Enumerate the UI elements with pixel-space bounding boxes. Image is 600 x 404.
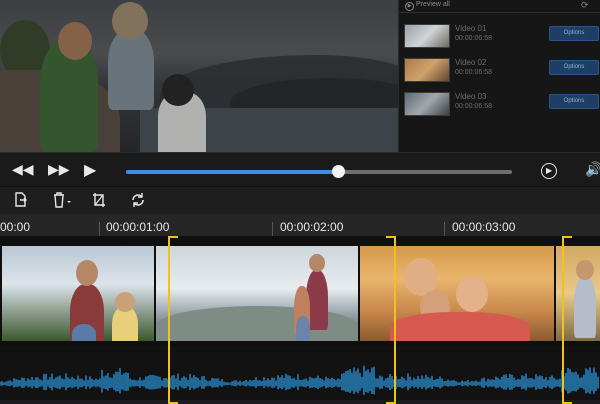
- ruler-tick: [444, 222, 445, 236]
- split-icon[interactable]: [92, 192, 106, 211]
- play-circle-icon[interactable]: ▶: [541, 163, 557, 179]
- clip-figure-head: [309, 254, 325, 272]
- video-list-item[interactable]: Video 01 00:00:06:58 Options: [399, 24, 600, 58]
- clip-figure-head: [115, 292, 135, 312]
- fast-forward-icon[interactable]: ▶▶: [48, 161, 70, 178]
- seek-bar-handle[interactable]: [332, 165, 346, 178]
- ruler-tick: [99, 222, 100, 236]
- video-duration: 00:00:06:58: [455, 103, 492, 110]
- video-clip[interactable]: [154, 246, 358, 341]
- video-duration: 00:00:06:58: [455, 69, 492, 76]
- clip-figure-head: [576, 260, 594, 280]
- clip-figure-head: [76, 260, 98, 286]
- preview-all-header[interactable]: ▶ Preview all ⟳: [399, 0, 600, 13]
- clip-figure: [390, 312, 530, 341]
- timeline-ruler[interactable]: 00:00 00:00:01:00 00:00:02:00 00:00:03:0…: [0, 214, 600, 237]
- ruler-label: 00:00:01:00: [106, 220, 170, 234]
- edit-toolbar: [0, 186, 600, 216]
- video-thumbnail: [404, 92, 450, 116]
- video-duration: 00:00:06:58: [455, 35, 492, 42]
- selection-start-handle[interactable]: [562, 236, 572, 404]
- video-thumbnail: [404, 24, 450, 48]
- selection-end-handle[interactable]: [386, 236, 396, 404]
- options-button[interactable]: Options: [549, 60, 599, 75]
- transport-bar: ◀◀ ▶▶ ▶ ▶ 🔊: [0, 152, 600, 187]
- ruler-tick: [272, 222, 273, 236]
- trash-icon[interactable]: [52, 192, 72, 211]
- options-button[interactable]: Options: [549, 94, 599, 109]
- seek-bar-progress: [126, 170, 339, 174]
- video-clip[interactable]: [0, 246, 154, 341]
- clip-figure-head: [456, 276, 488, 312]
- selection-start-handle[interactable]: [168, 236, 178, 404]
- preview-play-icon: ▶: [405, 2, 414, 11]
- options-button[interactable]: Options: [549, 26, 599, 41]
- ruler-label: 00:00:02:00: [280, 220, 344, 234]
- video-list-item[interactable]: Video 03 00:00:06:58 Options: [399, 92, 600, 126]
- clip-figure: [574, 276, 596, 338]
- video-name: Video 01: [455, 24, 487, 33]
- preview-all-label: Preview all: [416, 1, 450, 8]
- video-clip[interactable]: [554, 246, 600, 341]
- audio-waveform: [0, 365, 599, 395]
- ruler-label: 00:00:03:00: [452, 220, 516, 234]
- video-preview[interactable]: [0, 0, 398, 152]
- preview-overlay: [0, 0, 398, 152]
- clip-figure: [72, 324, 96, 341]
- clip-figure: [296, 316, 310, 341]
- video-list-item[interactable]: Video 02 00:00:06:58 Options: [399, 58, 600, 92]
- preview-list-panel: ▶ Preview all ⟳ Video 01 00:00:06:58 Opt…: [398, 0, 600, 152]
- refresh-icon[interactable]: ⟳: [581, 0, 589, 11]
- export-icon[interactable]: [14, 192, 28, 211]
- video-name: Video 03: [455, 92, 487, 101]
- volume-icon[interactable]: 🔊: [585, 161, 600, 178]
- audio-track[interactable]: [0, 346, 600, 400]
- video-name: Video 02: [455, 58, 487, 67]
- rewind-icon[interactable]: ◀◀: [12, 161, 34, 178]
- video-thumbnail: [404, 58, 450, 82]
- play-icon[interactable]: ▶: [84, 160, 96, 180]
- seek-bar[interactable]: [126, 165, 512, 178]
- video-track: [0, 236, 600, 346]
- ruler-label: 00:00: [0, 220, 31, 234]
- rotate-icon[interactable]: [130, 192, 146, 211]
